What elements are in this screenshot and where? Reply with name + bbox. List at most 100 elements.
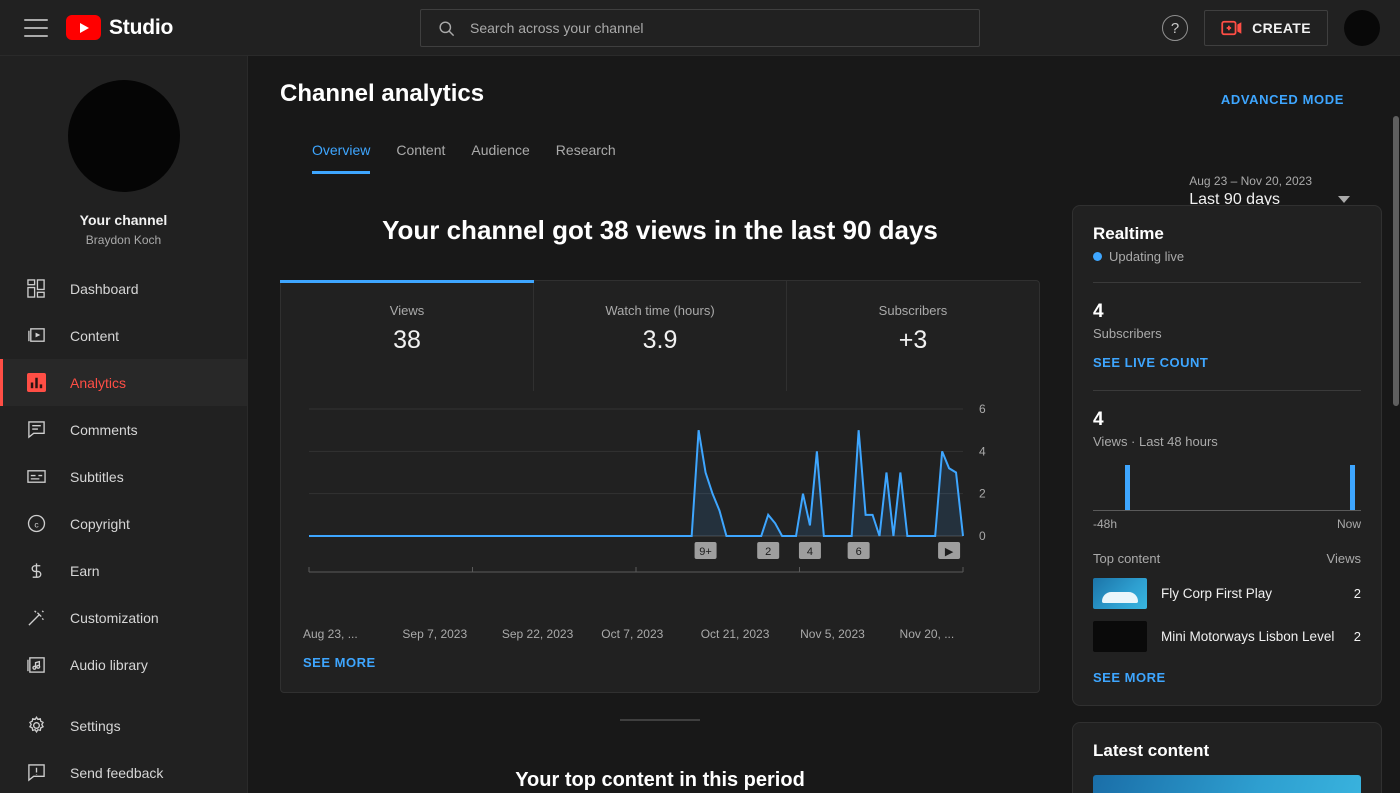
hamburger-line — [24, 26, 48, 29]
channel-label: Your channel — [79, 212, 168, 228]
realtime-axis: -48h Now — [1093, 517, 1361, 531]
page-header: Channel analytics ADVANCED MODE Aug 23 –… — [248, 56, 1392, 208]
latest-content-thumbnail[interactable] — [1093, 775, 1361, 793]
sidebar-item-label: Audio library — [70, 656, 148, 673]
tab-overview[interactable]: Overview — [312, 142, 383, 174]
studio-logo[interactable]: Studio — [66, 15, 173, 40]
tab-audience[interactable]: Audience — [458, 142, 542, 174]
sidebar-item-settings[interactable]: Settings — [0, 702, 247, 749]
realtime-see-more-link[interactable]: SEE MORE — [1093, 670, 1166, 685]
tab-research[interactable]: Research — [543, 142, 629, 174]
chart-marker[interactable]: 9+ — [694, 542, 717, 559]
sidebar-item-label: Content — [70, 327, 120, 344]
overview-headline: Your channel got 38 views in the last 90… — [382, 215, 938, 245]
sidebar-item-label: Analytics — [70, 374, 127, 391]
sidebar-item-subtitles[interactable]: Subtitles — [0, 453, 247, 500]
search-icon — [437, 19, 456, 38]
sidebar-item-audio-library[interactable]: Audio library — [0, 641, 247, 688]
metric-views[interactable]: Views 38 — [280, 280, 534, 391]
sidebar-item-analytics[interactable]: Analytics — [0, 359, 247, 406]
realtime-axis-right: Now — [1336, 517, 1361, 531]
music-note-icon — [24, 653, 48, 677]
y-tick-label: 0 — [979, 529, 986, 543]
list-item[interactable]: Mini Motorways Lisbon Level 2 — [1093, 621, 1361, 652]
sidebar: Your channel Braydon Koch Dashboard Cont… — [0, 56, 248, 793]
realtime-bar — [1350, 465, 1356, 510]
chart-see-more-link[interactable]: SEE MORE — [281, 641, 376, 692]
page-scrollbar-track[interactable] — [1392, 56, 1400, 793]
sidebar-divider-gap — [0, 688, 247, 702]
metric-label: Watch time (hours) — [605, 303, 715, 318]
sidebar-item-dashboard[interactable]: Dashboard — [0, 265, 247, 312]
realtime-views-bar-chart — [1093, 465, 1361, 511]
list-item[interactable]: Fly Corp First Play 2 — [1093, 578, 1361, 609]
channel-summary: Your channel Braydon Koch — [0, 56, 247, 247]
bar-chart-icon — [24, 371, 48, 395]
content-scroll-area: Your channel got 38 views in the last 90… — [248, 181, 1392, 793]
chart-marker[interactable]: 2 — [757, 542, 780, 559]
y-tick-label: 6 — [979, 402, 986, 416]
section-divider — [620, 719, 700, 721]
views-over-time-chart[interactable]: 0 2 4 6 9+ 2 4 6 ▶ — [281, 391, 1039, 621]
metric-watch-time[interactable]: Watch time (hours) 3.9 — [534, 281, 787, 391]
realtime-bar — [1125, 465, 1131, 510]
magic-wand-icon — [24, 606, 48, 630]
feedback-icon — [24, 761, 48, 785]
metric-value: +3 — [898, 326, 928, 354]
create-button-label: CREATE — [1252, 20, 1311, 36]
top-bar-actions: ? CREATE — [1162, 0, 1380, 56]
gear-icon — [24, 714, 48, 738]
tab-content[interactable]: Content — [383, 142, 458, 174]
sidebar-item-label: Subtitles — [70, 468, 124, 485]
hamburger-menu-icon[interactable] — [24, 18, 48, 37]
chart-x-axis-labels: Aug 23, ... Sep 7, 2023 Sep 22, 2023 Oct… — [281, 621, 1039, 641]
analytics-tabs: Overview Content Audience Research — [312, 142, 1360, 174]
help-icon[interactable]: ? — [1162, 15, 1189, 41]
copyright-icon: c — [24, 512, 48, 536]
video-thumbnail — [1093, 621, 1147, 652]
live-dot-icon — [1093, 252, 1102, 261]
youtube-play-icon — [66, 15, 101, 40]
video-thumbnail — [1093, 578, 1147, 609]
see-live-count-link[interactable]: SEE LIVE COUNT — [1093, 355, 1208, 370]
realtime-views-value: 4 — [1093, 409, 1104, 430]
marker-label: 4 — [807, 546, 813, 558]
x-tick-label: Oct 7, 2023 — [601, 627, 664, 641]
chart-marker[interactable]: ▶ — [938, 542, 961, 559]
channel-avatar[interactable] — [67, 80, 180, 192]
x-tick-label: Sep 7, 2023 — [402, 627, 468, 641]
metric-value: 38 — [393, 326, 421, 354]
sidebar-item-comments[interactable]: Comments — [0, 406, 247, 453]
metric-subscribers[interactable]: Subscribers +3 — [787, 281, 1039, 391]
search-bar[interactable] — [420, 9, 980, 47]
advanced-mode-link[interactable]: ADVANCED MODE — [1221, 92, 1344, 107]
marker-label: 9+ — [699, 546, 712, 558]
divider — [1093, 282, 1361, 283]
marker-label: 2 — [765, 546, 771, 558]
sidebar-item-send-feedback[interactable]: Send feedback — [0, 749, 247, 793]
create-button[interactable]: CREATE — [1204, 10, 1328, 46]
page-title: Channel analytics — [280, 80, 485, 107]
search-input[interactable] — [470, 20, 979, 36]
marker-label: 6 — [856, 546, 862, 558]
chart-marker[interactable]: 4 — [798, 542, 821, 559]
avatar[interactable] — [1344, 10, 1380, 46]
sidebar-item-content[interactable]: Content — [0, 312, 247, 359]
overview-column: Your channel got 38 views in the last 90… — [280, 205, 1040, 793]
sidebar-item-label: Send feedback — [70, 764, 164, 781]
sidebar-item-customization[interactable]: Customization — [0, 594, 247, 641]
sidebar-item-copyright[interactable]: c Copyright — [0, 500, 247, 547]
top-content-section-title: Your top content in this period — [515, 769, 805, 791]
page-scrollbar-thumb[interactable] — [1393, 116, 1399, 406]
comment-bubble-icon — [24, 418, 48, 442]
chart-marker[interactable]: 6 — [847, 542, 870, 559]
hamburger-line — [24, 34, 48, 37]
x-tick-label: Nov 20, ... — [899, 627, 955, 641]
realtime-panel: Realtime Updating live 4 Subscribers SEE… — [1072, 205, 1382, 706]
right-column: Realtime Updating live 4 Subscribers SEE… — [1072, 205, 1382, 793]
sidebar-item-label: Dashboard — [70, 280, 139, 297]
metric-label: Subscribers — [878, 303, 948, 318]
marker-label: ▶ — [945, 546, 954, 558]
metrics-card: Views 38 Watch time (hours) 3.9 Subscrib… — [280, 280, 1040, 693]
sidebar-item-earn[interactable]: Earn — [0, 547, 247, 594]
